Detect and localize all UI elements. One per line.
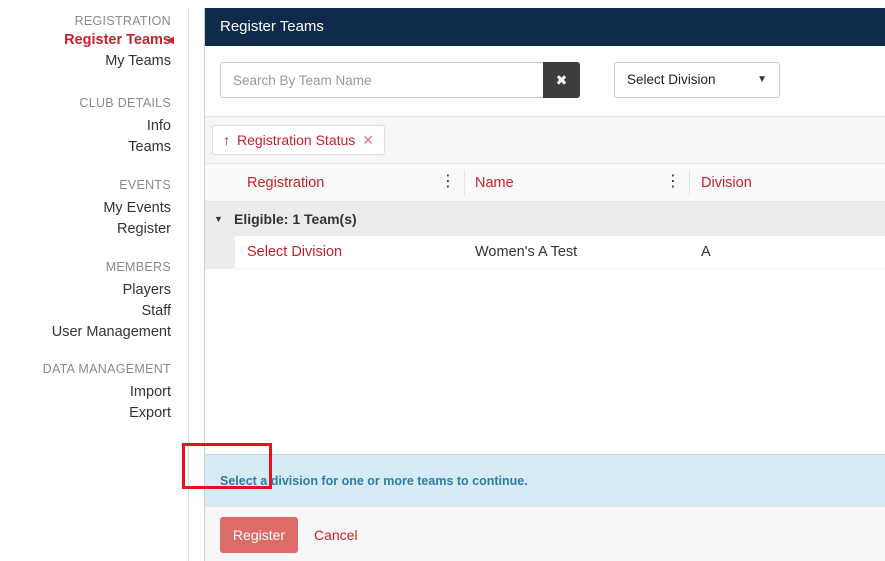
column-header-name[interactable]: Name — [475, 164, 514, 202]
sidebar-item-teams[interactable]: Teams — [0, 137, 171, 158]
sidebar-item-players[interactable]: Players — [0, 280, 171, 301]
remove-group-icon[interactable]: ✕ — [362, 126, 374, 154]
close-icon: ✖ — [555, 72, 568, 88]
sidebar-item-my-events[interactable]: My Events — [0, 198, 171, 219]
sidebar-item-user-management[interactable]: User Management — [0, 322, 171, 343]
register-teams-panel: Register Teams ✖ Select Division ▼ ↑ Reg… — [204, 8, 885, 561]
section-title-events: EVENTS — [119, 178, 171, 192]
group-row-eligible[interactable]: ▼ Eligible: 1 Team(s) — [205, 202, 885, 236]
info-alert: Select a division for one or more teams … — [205, 454, 885, 506]
panel-title: Register Teams — [205, 8, 885, 46]
section-title-members: MEMBERS — [105, 260, 171, 274]
section-title-data-management: DATA MANAGEMENT — [42, 362, 171, 376]
table-row: Select Division Women's A Test A — [205, 236, 885, 269]
row-indent — [205, 236, 235, 269]
division-cell: A — [701, 244, 711, 260]
column-divider — [689, 170, 690, 196]
sidebar-item-export[interactable]: Export — [0, 403, 171, 424]
register-button[interactable]: Register — [220, 517, 298, 553]
select-division-link[interactable]: Select Division — [247, 236, 342, 269]
sidebar-item-staff[interactable]: Staff — [0, 301, 171, 322]
column-header-registration[interactable]: Registration — [247, 164, 324, 202]
group-chip-label: Registration Status — [237, 132, 356, 148]
chevron-down-icon: ▼ — [757, 74, 767, 85]
sidebar-item-import[interactable]: Import — [0, 382, 171, 403]
highlight-annotation-box — [182, 443, 272, 489]
sort-asc-icon: ↑ — [223, 132, 230, 148]
division-select[interactable]: Select Division ▼ — [614, 62, 780, 98]
group-row-label: Eligible: 1 Team(s) — [234, 211, 357, 227]
grid-column-header: Registration ⋮ Name ⋮ Division — [205, 164, 885, 202]
active-caret-icon: ◀ — [166, 35, 174, 46]
section-title-club-details: CLUB DETAILS — [79, 96, 171, 110]
group-by-bar: ↑ Registration Status ✕ — [205, 116, 885, 164]
sidebar-item-info[interactable]: Info — [0, 116, 171, 137]
panel-footer: Register Cancel — [205, 506, 885, 561]
column-header-division[interactable]: Division — [701, 164, 752, 202]
teams-grid: ↑ Registration Status ✕ Registration ⋮ N… — [205, 116, 885, 269]
division-select-value: Select Division — [627, 72, 716, 87]
sidebar-item-register[interactable]: Register — [0, 219, 171, 240]
sidebar-section-events: EVENTS My Events Register — [0, 176, 180, 240]
search-box: ✖ — [220, 62, 580, 98]
expand-toggle-icon[interactable]: ▼ — [214, 202, 223, 236]
column-divider — [464, 170, 465, 196]
sidebar-section-data-management: DATA MANAGEMENT Import Export — [0, 360, 180, 424]
search-input[interactable] — [221, 63, 547, 97]
sidebar-item-label: Register Teams — [64, 32, 171, 48]
sidebar-section-registration: REGISTRATION Register Teams ◀ My Teams — [0, 12, 180, 72]
sidebar-item-register-teams[interactable]: Register Teams ◀ — [0, 30, 174, 51]
sidebar-item-my-teams[interactable]: My Teams — [0, 51, 171, 72]
section-title-registration: REGISTRATION — [74, 14, 171, 28]
sidebar-section-members: MEMBERS Players Staff User Management — [0, 258, 180, 343]
sidebar-nav: REGISTRATION Register Teams ◀ My Teams C… — [0, 0, 180, 561]
group-chip-registration-status[interactable]: ↑ Registration Status ✕ — [212, 125, 386, 155]
clear-search-button[interactable]: ✖ — [543, 62, 580, 98]
cancel-button[interactable]: Cancel — [314, 517, 358, 553]
column-menu-icon[interactable]: ⋮ — [665, 164, 681, 200]
column-menu-icon[interactable]: ⋮ — [440, 164, 456, 200]
team-name-cell: Women's A Test — [475, 244, 578, 260]
sidebar-section-club-details: CLUB DETAILS Info Teams — [0, 94, 180, 158]
